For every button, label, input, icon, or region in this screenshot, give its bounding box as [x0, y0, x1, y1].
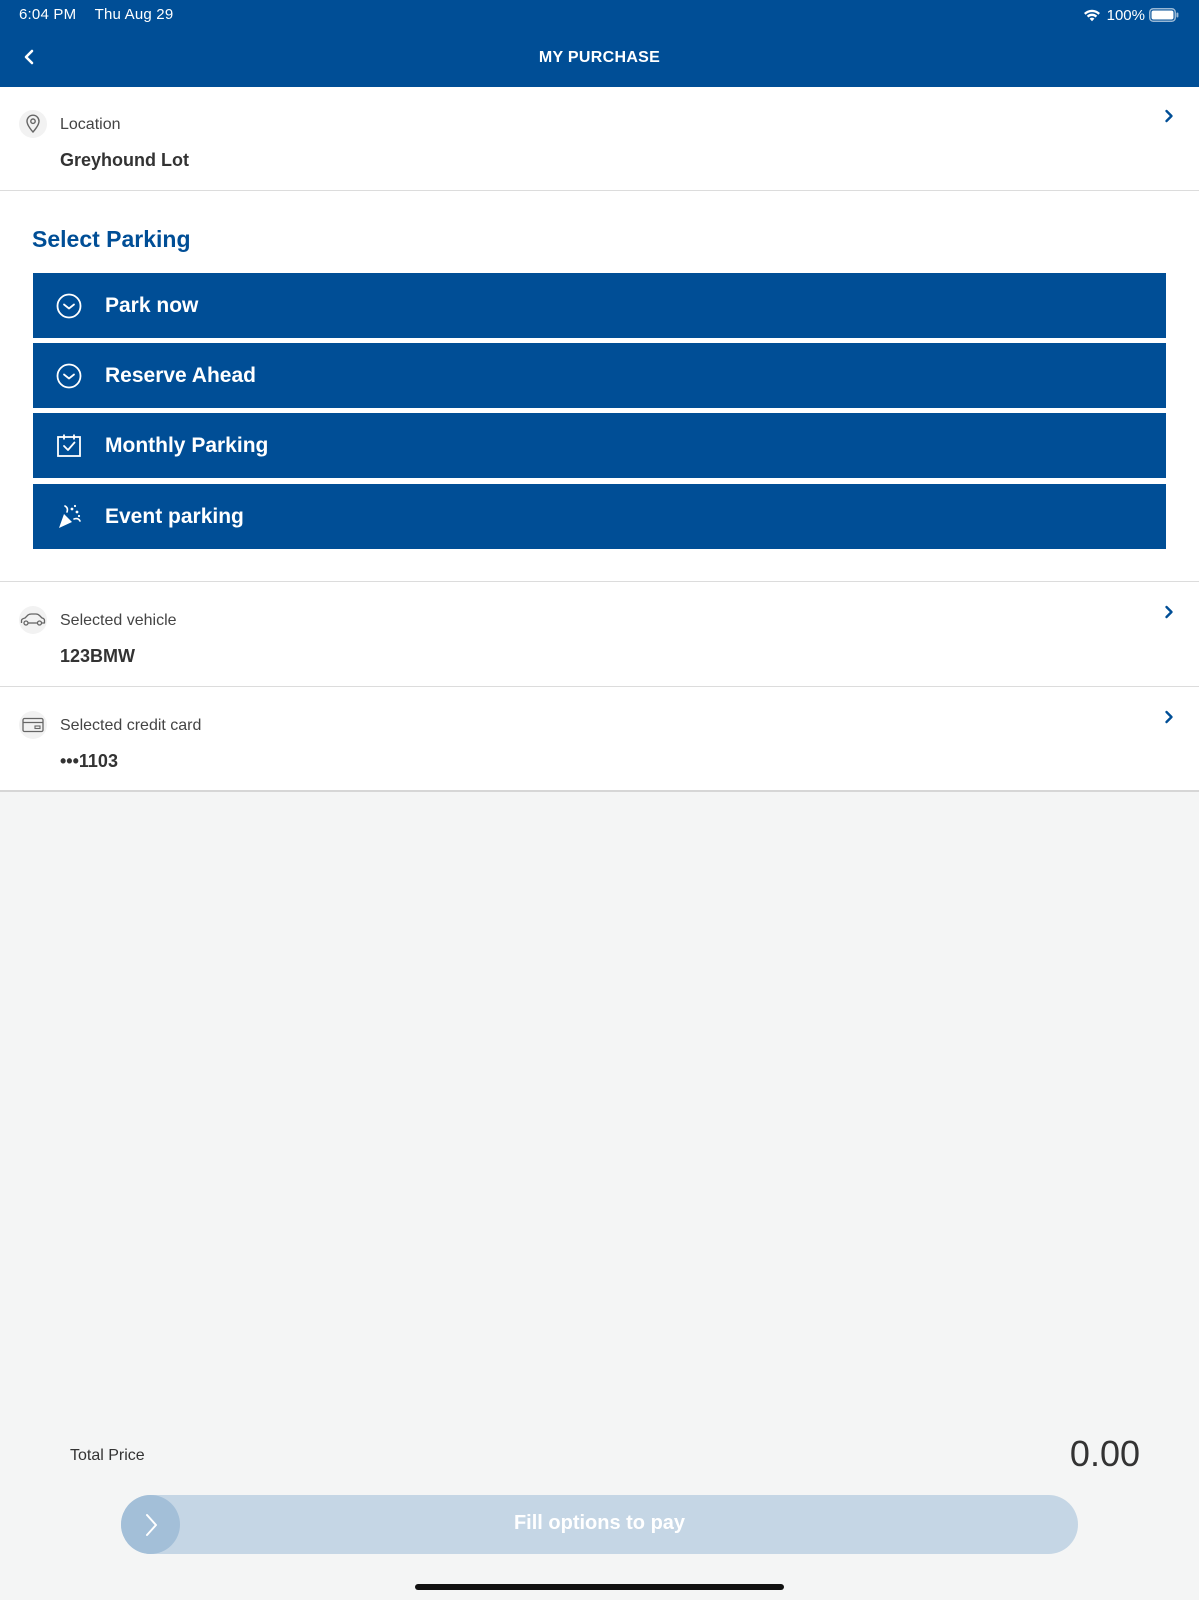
- top-bar: 6:04 PM Thu Aug 29 100% MY PURCHASE: [0, 0, 1199, 87]
- park-now-button[interactable]: Park now: [33, 273, 1166, 338]
- selected-credit-card-row[interactable]: Selected credit card •••1103: [0, 687, 1199, 792]
- status-date: Thu Aug 29: [94, 6, 174, 23]
- calendar-check-icon: [55, 432, 83, 460]
- content-background: [0, 792, 1199, 1600]
- location-label: Location: [60, 116, 121, 133]
- select-parking-title: Select Parking: [32, 226, 191, 252]
- total-price-label: Total Price: [70, 1447, 145, 1464]
- battery-icon: [1149, 8, 1179, 22]
- chevron-right-icon: [1161, 709, 1177, 725]
- clock-icon: [55, 292, 83, 320]
- party-popper-icon: [55, 503, 83, 531]
- location-pin-icon: [19, 110, 47, 138]
- battery-percent: 100%: [1106, 6, 1145, 24]
- event-parking-button[interactable]: Event parking: [33, 484, 1166, 549]
- monthly-parking-button[interactable]: Monthly Parking: [33, 413, 1166, 478]
- event-parking-label: Event parking: [105, 505, 244, 528]
- pay-button-label: Fill options to pay: [513, 1512, 686, 1534]
- select-parking-section: Select Parking Park now Reserve Ahead Mo…: [0, 191, 1199, 582]
- reserve-ahead-label: Reserve Ahead: [105, 364, 256, 387]
- selected-credit-card-label: Selected credit card: [60, 717, 202, 734]
- location-row[interactable]: Location Greyhound Lot: [0, 87, 1199, 191]
- chevron-right-icon: [1161, 108, 1177, 124]
- location-value: Greyhound Lot: [60, 150, 189, 170]
- clock-icon: [55, 362, 83, 390]
- car-icon: [19, 606, 47, 634]
- status-right: 100%: [1083, 5, 1179, 25]
- reserve-ahead-button[interactable]: Reserve Ahead: [33, 343, 1166, 408]
- home-indicator: [415, 1584, 784, 1590]
- page-title: MY PURCHASE: [538, 49, 661, 66]
- selected-vehicle-label: Selected vehicle: [60, 612, 177, 629]
- pay-button[interactable]: Fill options to pay: [121, 1495, 1078, 1554]
- credit-card-icon: [19, 711, 47, 739]
- selected-vehicle-row[interactable]: Selected vehicle 123BMW: [0, 582, 1199, 687]
- selected-credit-card-value: •••1103: [60, 751, 118, 771]
- park-now-label: Park now: [105, 294, 199, 317]
- status-time: 6:04 PM: [19, 6, 77, 23]
- monthly-parking-label: Monthly Parking: [105, 434, 269, 457]
- status-time-date: 6:04 PM Thu Aug 29: [19, 6, 173, 23]
- selected-vehicle-value: 123BMW: [60, 646, 136, 666]
- total-price-value: 0.00: [1069, 1433, 1140, 1474]
- wifi-icon: [1083, 8, 1101, 22]
- chevron-right-icon: [1161, 604, 1177, 620]
